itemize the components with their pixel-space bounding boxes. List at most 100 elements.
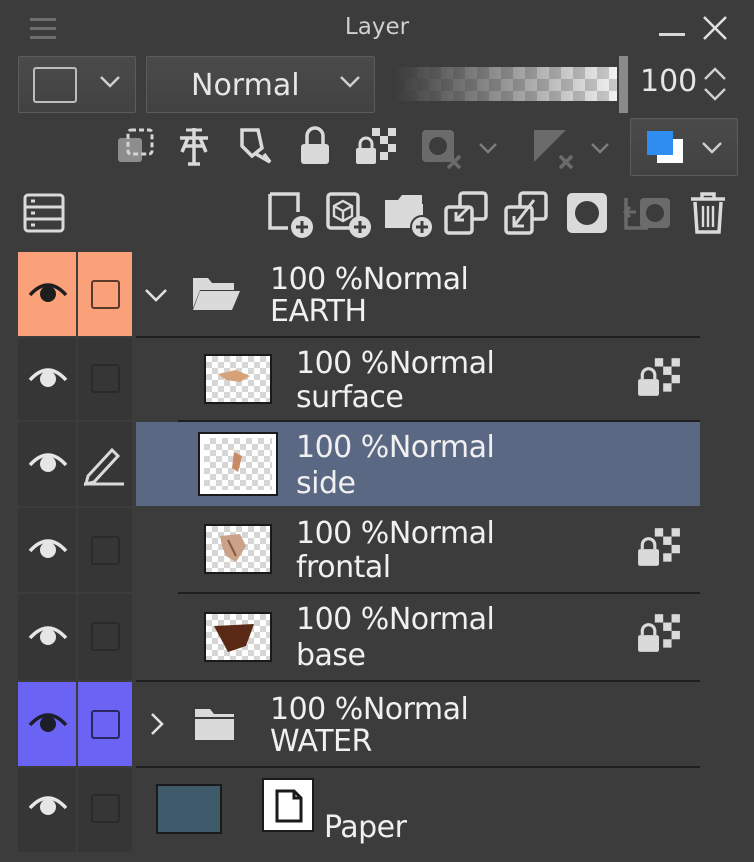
opacity-slider[interactable] <box>393 67 617 101</box>
layer-name: surface <box>296 380 404 415</box>
visibility-toggle[interactable] <box>18 682 76 766</box>
layer-name: EARTH <box>270 294 367 329</box>
ruler-select-dropdown[interactable] <box>530 126 618 170</box>
apply-mask-icon[interactable] <box>622 190 674 236</box>
layer-edit-target-toggle[interactable] <box>78 338 132 420</box>
layer-opacity-blend: 100 %Normal <box>296 516 495 551</box>
minimize-icon[interactable] <box>659 33 685 36</box>
layer-checkbox[interactable] <box>91 364 120 393</box>
eye-icon <box>28 453 68 472</box>
visibility-toggle[interactable] <box>18 422 76 506</box>
visibility-toggle[interactable] <box>18 594 76 680</box>
new-folder-icon[interactable] <box>382 190 436 240</box>
layer-opacity-blend: 100 %Normal <box>270 692 469 727</box>
chevron-down-icon <box>702 142 722 154</box>
panel-title: Layer <box>344 14 410 40</box>
layer-row-earth[interactable]: 100 %Normal EARTH <box>136 252 700 336</box>
lock-transparent-pixels-icon <box>638 528 680 566</box>
blend-mode-value: Normal <box>191 68 300 103</box>
layer-opacity-blend: 100 %Normal <box>296 430 495 465</box>
blend-mode-select[interactable]: Normal <box>146 56 375 113</box>
visibility-toggle[interactable] <box>18 252 76 336</box>
folder-open-icon <box>193 278 240 310</box>
chevron-down-icon[interactable] <box>144 288 168 304</box>
layer-opacity-blend: 100 %Normal <box>296 346 495 381</box>
lock-transparent-pixels-icon[interactable] <box>354 124 398 168</box>
layer-blend: Normal <box>388 430 495 465</box>
eye-icon <box>28 283 68 302</box>
layer-row-frontal[interactable]: 100 %Normal frontal <box>178 508 700 592</box>
visibility-toggle[interactable] <box>18 338 76 420</box>
chevron-right-icon[interactable] <box>150 712 166 736</box>
layer-name: side <box>296 466 356 501</box>
close-icon[interactable] <box>700 13 730 43</box>
layer-color-dropdown[interactable] <box>18 56 136 113</box>
layer-opacity: 100 % <box>296 430 389 465</box>
visibility-toggle[interactable] <box>18 768 76 852</box>
spin-up-icon[interactable] <box>703 66 727 82</box>
layer-checkbox[interactable] <box>91 622 120 651</box>
layer-thumbnail <box>198 432 278 496</box>
layer-name: frontal <box>296 550 391 585</box>
eye-icon <box>28 626 68 645</box>
layer-checkbox[interactable] <box>91 794 120 823</box>
opacity-slider-handle[interactable] <box>619 56 628 113</box>
paper-color-swatch <box>156 784 222 834</box>
layer-name: Paper <box>324 810 407 845</box>
layer-name: WATER <box>270 724 372 759</box>
eye-icon <box>28 796 68 815</box>
lock-transparent-pixels-icon <box>638 358 680 396</box>
layer-opacity: 100 % <box>296 602 389 637</box>
layer-color-icon <box>647 131 683 163</box>
mask-select-dropdown[interactable] <box>418 126 506 170</box>
layer-edit-target-toggle[interactable] <box>78 594 132 680</box>
draft-layer-icon[interactable] <box>234 124 278 168</box>
layer-edit-target-toggle[interactable] <box>78 768 132 852</box>
layer-row-surface[interactable]: 100 %Normal surface <box>178 338 700 420</box>
chevron-down-icon <box>340 76 360 88</box>
create-layer-mask-icon[interactable] <box>564 190 610 236</box>
layer-thumbnail <box>204 612 272 662</box>
layer-edit-target-toggle[interactable] <box>78 252 132 336</box>
eye-icon <box>28 539 68 558</box>
layer-opacity-blend: 100 %Normal <box>270 262 469 297</box>
layer-row-water[interactable]: 100 %Normal WATER <box>136 682 700 766</box>
layer-opacity-blend: 100 %Normal <box>296 602 495 637</box>
layer-edit-target-toggle[interactable] <box>78 422 132 506</box>
layer-row-side[interactable]: 100 %Normal side <box>136 422 700 506</box>
layer-thumbnail <box>204 524 272 574</box>
layer-row-base[interactable]: 100 %Normal base <box>178 594 700 680</box>
layer-edit-target-toggle[interactable] <box>78 508 132 592</box>
layer-edit-target-toggle[interactable] <box>78 682 132 766</box>
layer-checkbox[interactable] <box>91 710 120 739</box>
layer-blend: Normal <box>388 602 495 637</box>
layer-thumbnail <box>204 354 272 404</box>
layer-color-swatch <box>33 67 77 103</box>
clip-to-layer-below-icon[interactable] <box>114 126 156 168</box>
layer-opacity: 100 % <box>296 516 389 551</box>
spin-down-icon[interactable] <box>703 86 727 102</box>
visibility-toggle[interactable] <box>18 508 76 592</box>
layer-panel: Layer Normal 100 100 %Normal EARTH 100 %… <box>0 0 754 862</box>
layer-color-mode-dropdown[interactable] <box>630 118 738 176</box>
layer-opacity: 100 % <box>270 262 363 297</box>
delete-layer-icon[interactable] <box>688 190 728 236</box>
new-vector-layer-icon[interactable] <box>324 190 374 240</box>
new-raster-layer-icon[interactable] <box>266 190 316 240</box>
panel-titlebar: Layer <box>0 0 754 55</box>
layer-blend: Normal <box>388 516 495 551</box>
layer-properties-icon[interactable] <box>22 192 66 236</box>
layer-checkbox[interactable] <box>91 536 120 565</box>
opacity-value[interactable]: 100 <box>640 64 697 99</box>
lock-layer-icon[interactable] <box>298 124 332 168</box>
layer-checkbox[interactable] <box>91 280 120 309</box>
layer-blend: Normal <box>362 692 469 727</box>
layer-row-paper[interactable]: Paper <box>136 768 700 852</box>
reference-layer-icon[interactable] <box>172 124 216 168</box>
chevron-down-icon <box>100 76 120 88</box>
folder-closed-icon <box>195 709 234 740</box>
transfer-to-lower-layer-icon[interactable] <box>442 190 492 240</box>
pen-icon <box>83 447 124 486</box>
merge-with-layer-below-icon[interactable] <box>502 190 552 240</box>
layer-blend: Normal <box>362 262 469 297</box>
